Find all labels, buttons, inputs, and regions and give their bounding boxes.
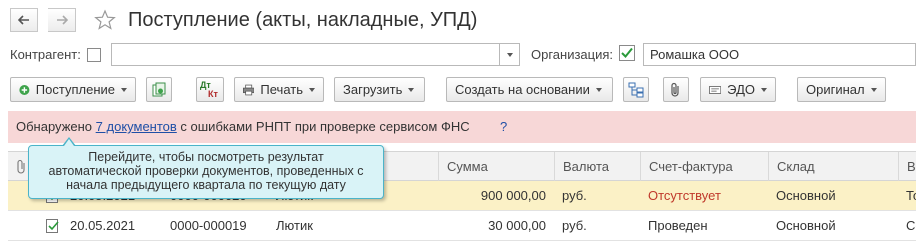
organization-value: Ромашка ООО <box>650 47 740 62</box>
original-button[interactable]: Оригинал <box>797 77 886 102</box>
help-button[interactable]: ? <box>500 119 507 134</box>
alert-tooltip: Перейдите, чтобы посмотреть результат ав… <box>28 145 384 199</box>
load-button-label: Загрузить <box>343 82 403 97</box>
add-icon <box>19 84 30 95</box>
posted-document-icon <box>46 219 60 236</box>
printer-icon <box>243 84 255 95</box>
arrow-left-icon <box>18 15 29 25</box>
alert-suffix: с ошибками РНПТ при проверке сервисом ФН… <box>176 119 470 134</box>
chevron-down-icon <box>408 87 415 92</box>
row-sum: 900 000,00 <box>480 188 546 203</box>
column-currency[interactable]: Валюта <box>554 152 640 182</box>
row-currency: руб. <box>562 188 587 203</box>
attachment-column-icon <box>16 159 28 178</box>
create-based-on-label: Создать на основании <box>455 82 590 97</box>
kt-label: Кт <box>208 88 218 99</box>
page-title: Поступление (акты, накладные, УПД) <box>128 9 478 31</box>
column-invoice[interactable]: Счет-фактура <box>640 152 768 182</box>
alert-prefix: Обнаружено <box>16 119 96 134</box>
tooltip-arrow-inner <box>64 139 74 146</box>
row-counterparty: Лютик <box>276 218 313 233</box>
rnpt-error-alert: Обнаружено 7 документов с ошибками РНПТ … <box>8 111 916 143</box>
table-row[interactable]: 20.05.2021 0000-000019 Лютик 30 000,00 р… <box>8 211 916 241</box>
row-date: 20.05.2021 <box>70 218 136 233</box>
organization-input[interactable]: Ромашка ООО <box>643 43 916 66</box>
dt-kt-icon: Дт Кт <box>198 80 222 100</box>
row-invoice-status: Отсутствует <box>648 188 721 203</box>
back-button[interactable] <box>10 8 38 32</box>
alert-text: Обнаружено 7 документов с ошибками РНПТ … <box>16 119 470 134</box>
row-extra: То <box>906 188 916 203</box>
original-button-label: Оригинал <box>806 82 865 97</box>
counterparty-checkbox[interactable] <box>87 48 101 62</box>
column-warehouse[interactable]: Склад <box>768 152 898 182</box>
chevron-down-icon <box>870 87 877 92</box>
row-warehouse: Основной <box>776 188 836 203</box>
arrow-right-icon <box>56 15 68 25</box>
print-button-label: Печать <box>260 82 303 97</box>
forward-button[interactable] <box>48 8 76 32</box>
receipt-button[interactable]: Поступление <box>10 77 136 102</box>
documents-link[interactable]: 7 документов <box>96 119 177 134</box>
organization-label: Организация: <box>531 47 614 62</box>
print-button[interactable]: Печать <box>234 77 324 102</box>
edo-button[interactable]: ЭДО <box>700 77 776 102</box>
copy-document-button[interactable] <box>146 77 172 102</box>
counterparty-label: Контрагент: <box>10 47 81 62</box>
chevron-down-icon <box>121 87 127 92</box>
organization-checkbox[interactable] <box>619 45 635 64</box>
row-sum: 30 000,00 <box>488 218 546 233</box>
create-based-on-button[interactable]: Создать на основании <box>446 77 613 102</box>
counterparty-dropdown-button[interactable] <box>499 43 520 66</box>
column-sum[interactable]: Сумма <box>438 152 554 182</box>
attach-button[interactable] <box>663 77 689 102</box>
row-currency: руб. <box>562 218 587 233</box>
favorite-star-icon[interactable] <box>94 9 116 34</box>
column-extra[interactable]: В <box>898 152 916 182</box>
chevron-down-icon <box>595 87 602 92</box>
chevron-down-icon <box>761 87 767 92</box>
hierarchy-icon <box>628 82 644 97</box>
dt-kt-button[interactable]: Дт Кт <box>196 77 224 102</box>
paperclip-icon <box>671 82 679 97</box>
structure-button[interactable] <box>623 77 649 102</box>
edo-button-label: ЭДО <box>727 82 755 97</box>
row-extra: Се <box>906 218 916 233</box>
row-warehouse: Основной <box>776 218 836 233</box>
chevron-down-icon <box>506 52 513 57</box>
chevron-down-icon <box>309 87 315 92</box>
receipt-button-label: Поступление <box>35 82 115 97</box>
copy-document-icon <box>152 82 166 96</box>
counterparty-input[interactable] <box>111 43 500 66</box>
load-button[interactable]: Загрузить <box>334 77 425 102</box>
row-invoice-status: Проведен <box>648 218 708 233</box>
edo-icon <box>709 85 722 94</box>
row-number: 0000-000019 <box>170 218 247 233</box>
